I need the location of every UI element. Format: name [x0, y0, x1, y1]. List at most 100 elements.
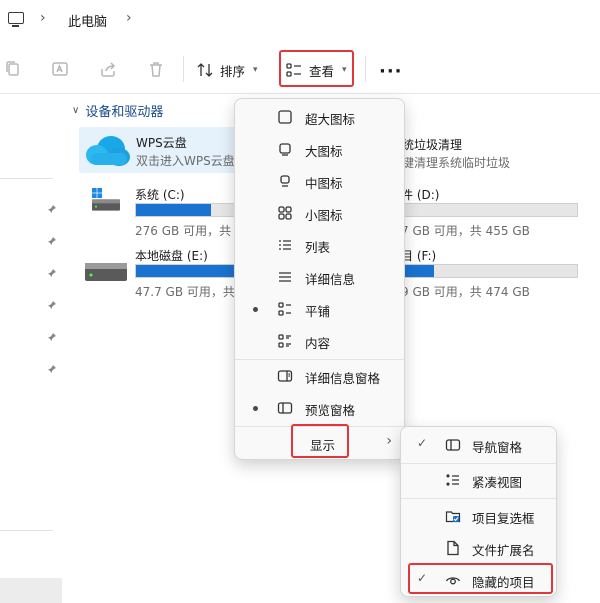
toolbar-divider: [365, 56, 366, 82]
drive-d-usage-bar: [401, 203, 578, 217]
navigation-pane-icon: [445, 439, 461, 451]
large-icons-icon: [279, 143, 291, 156]
toolbar-divider: [183, 56, 184, 82]
menu-item-content[interactable]: 内容: [239, 326, 400, 356]
drive-e-usage-fill: [136, 265, 240, 277]
nav-divider: [0, 530, 53, 531]
menu-item-label: 超大图标: [305, 112, 356, 127]
menu-item-details[interactable]: 详细信息: [239, 262, 400, 292]
extra-large-icons-icon: [278, 110, 292, 124]
menu-item-label: 文件扩展名: [472, 543, 535, 558]
menu-item-label: 紧凑视图: [472, 475, 523, 490]
breadcrumb-this-pc[interactable]: 此电脑: [68, 11, 107, 30]
pin-icon: [48, 237, 56, 245]
view-menu: 超大图标 大图标 中图标 小图标 列表 详细信息 平铺 内容 详细信息窗格 预览…: [234, 98, 405, 460]
wps-cloud-subtitle: 双击进入WPS云盘: [136, 154, 235, 168]
drive-f-space: 9 GB 可用，共 474 GB: [401, 285, 530, 299]
menu-item-label: 内容: [305, 336, 331, 351]
copy-icon[interactable]: [2, 58, 24, 80]
pin-icon: [48, 333, 56, 341]
menu-item-large-icons[interactable]: 大图标: [239, 134, 400, 164]
compact-view-icon: [446, 474, 459, 486]
chevron-right-icon[interactable]: ›: [40, 10, 46, 26]
details-pane-icon: [277, 370, 293, 382]
small-icons-icon: [278, 206, 292, 220]
selected-bullet-icon: [253, 406, 258, 411]
more-options-button[interactable]: ···: [379, 61, 403, 82]
drive-e-usage-bar: [135, 264, 241, 278]
file-extension-icon: [447, 540, 459, 556]
menu-item-preview-pane[interactable]: 预览窗格: [239, 393, 400, 423]
drive-c-usage-fill: [136, 204, 211, 216]
menu-item-medium-icons[interactable]: 中图标: [239, 166, 400, 196]
cleaner-subtitle: 键清理系统临时垃圾: [402, 156, 511, 170]
chevron-down-icon: ∨: [72, 105, 80, 116]
nav-divider: [0, 178, 53, 179]
chevron-right-icon[interactable]: ›: [126, 10, 132, 26]
menu-item-small-icons[interactable]: 小图标: [239, 198, 400, 228]
cloud-icon: [86, 136, 130, 166]
menu-item-label: 列表: [305, 240, 331, 255]
sort-icon: [197, 63, 213, 77]
pin-icon: [48, 205, 56, 213]
menu-item-file-extensions[interactable]: 文件扩展名: [405, 533, 552, 563]
drive-c-name[interactable]: 系统 (C:): [135, 186, 185, 203]
hidden-items-highlight: [408, 563, 553, 594]
check-icon: ✓: [417, 436, 428, 450]
sort-label: 排序: [220, 63, 246, 79]
sort-button[interactable]: 排序 ▾: [196, 58, 258, 82]
hard-drive-icon: [85, 263, 127, 281]
drive-d-space: 7 GB 可用，共 455 GB: [401, 224, 530, 238]
menu-item-label: 中图标: [305, 176, 343, 191]
chevron-right-icon: ›: [386, 433, 392, 449]
preview-pane-icon: [277, 402, 293, 414]
menu-item-label: 项目复选框: [472, 511, 535, 526]
windows-drive-icon: [92, 188, 120, 211]
menu-item-label: 小图标: [305, 208, 343, 223]
this-pc-icon[interactable]: [8, 12, 24, 27]
navigation-pane: [0, 94, 62, 603]
wps-cloud-item[interactable]: WPS云盘 双击进入WPS云盘: [79, 127, 259, 173]
chevron-down-icon: ▾: [253, 65, 258, 75]
cleaner-name[interactable]: 统垃圾清理: [402, 136, 462, 153]
rename-icon[interactable]: [49, 58, 71, 80]
menu-item-label: 平铺: [305, 304, 331, 319]
delete-icon[interactable]: [145, 58, 167, 80]
section-devices-and-drives[interactable]: ∨ 设备和驱动器: [72, 101, 163, 120]
menu-item-label: 导航窗格: [472, 440, 523, 455]
drive-f-usage-bar: [401, 264, 578, 278]
share-icon[interactable]: [97, 58, 119, 80]
selected-bullet-icon: [253, 307, 258, 312]
drive-e-name[interactable]: 本地磁盘 (E:): [135, 247, 208, 264]
drive-f-name[interactable]: 目 (F:): [401, 247, 436, 264]
menu-item-details-pane[interactable]: 详细信息窗格: [239, 361, 400, 391]
tiles-icon: [278, 302, 291, 316]
wps-cloud-name: WPS云盘: [136, 136, 187, 150]
pin-icon: [48, 269, 56, 277]
menu-separator: [401, 463, 556, 464]
menu-item-item-checkboxes[interactable]: 项目复选框: [405, 501, 552, 531]
drive-c-usage-bar: [135, 203, 241, 217]
menu-separator: [401, 498, 556, 499]
command-bar: 排序 ▾ 查看 ▾ ···: [0, 44, 600, 94]
drive-f-usage-fill: [402, 265, 434, 277]
menu-item-list[interactable]: 列表: [239, 230, 400, 260]
item-checkbox-icon: [445, 511, 461, 523]
section-title-label: 设备和驱动器: [85, 105, 164, 120]
show-item-highlight: [291, 424, 349, 458]
nav-item-selected[interactable]: [0, 578, 62, 603]
menu-item-label: 大图标: [305, 144, 343, 159]
pin-icon: [48, 365, 56, 373]
pin-icon: [48, 301, 56, 309]
menu-item-extra-large-icons[interactable]: 超大图标: [239, 102, 400, 132]
drive-d-name[interactable]: 件 (D:): [401, 186, 439, 203]
menu-item-tiles[interactable]: 平铺: [239, 294, 400, 324]
drive-e-space: 47.7 GB 可用，共: [135, 285, 235, 299]
menu-item-label: 详细信息窗格: [305, 371, 381, 386]
drive-c-space: 276 GB 可用，共: [135, 224, 232, 238]
menu-item-navigation-pane[interactable]: ✓ 导航窗格: [405, 430, 552, 460]
details-icon: [279, 272, 291, 282]
medium-icons-icon: [280, 175, 290, 187]
menu-item-compact-view[interactable]: 紧凑视图: [405, 465, 552, 495]
list-icon: [279, 240, 291, 250]
